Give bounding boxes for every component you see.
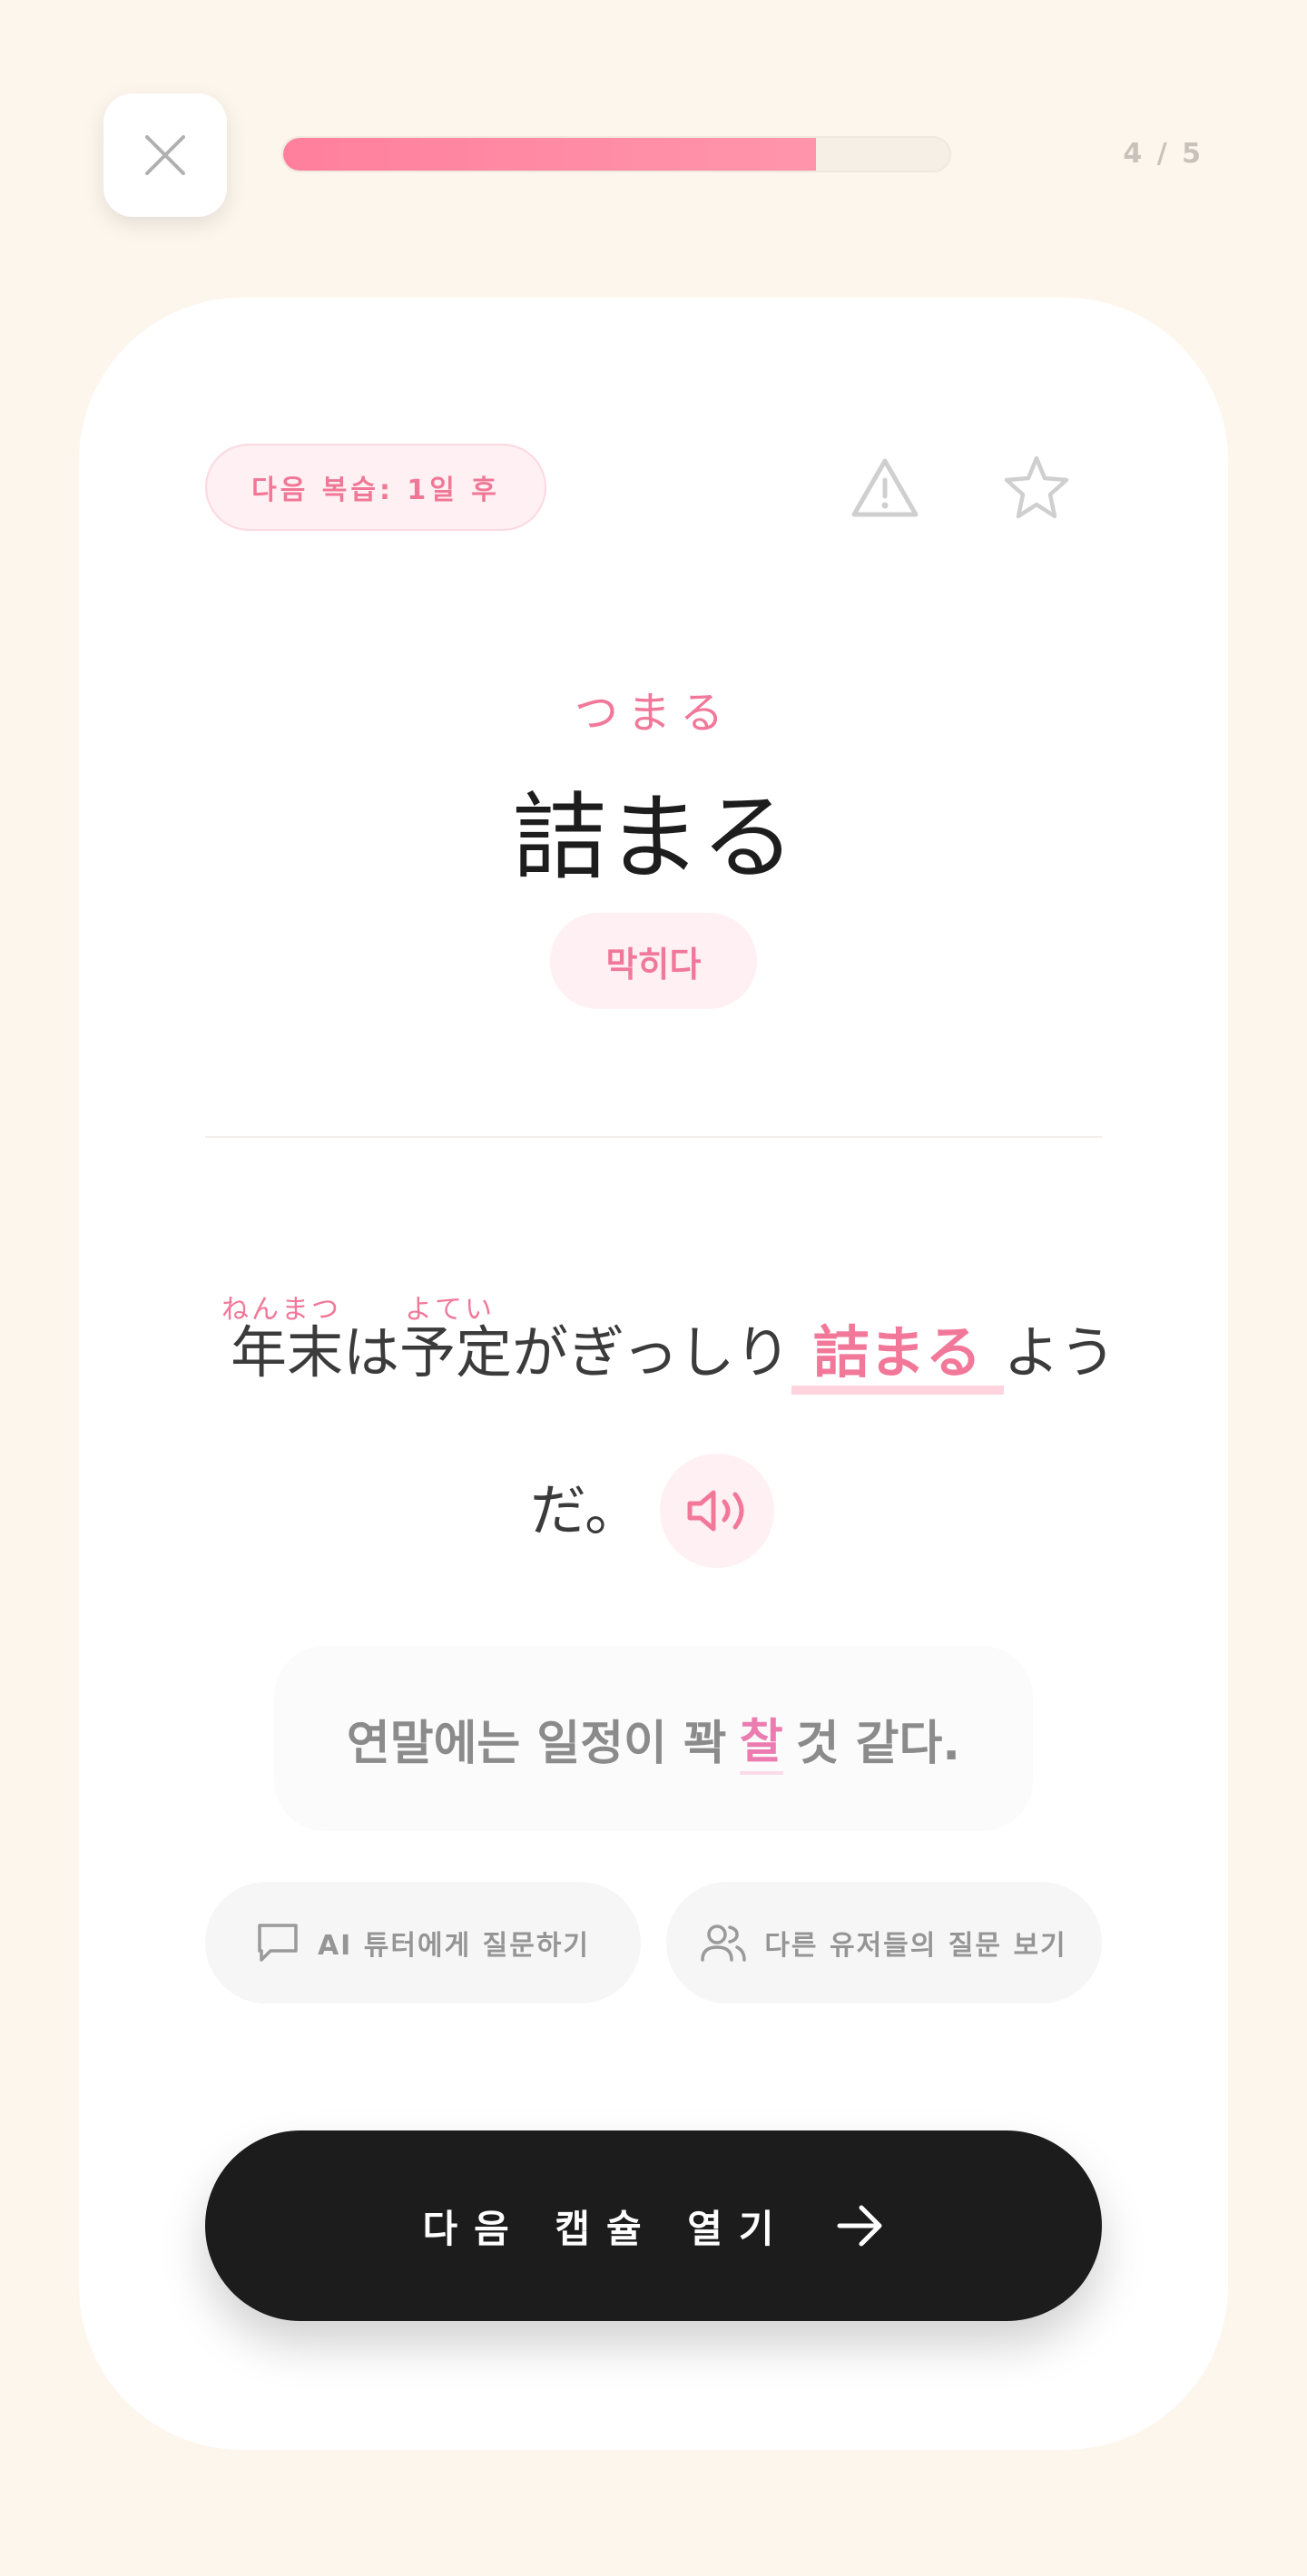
close-icon [145, 135, 185, 175]
chat-bubble-icon [258, 1924, 298, 1962]
view-others-questions-label: 다른 유저들의 질문 보기 [764, 1930, 1067, 1962]
play-audio-button[interactable] [660, 1454, 774, 1568]
word-reading: つまる [574, 688, 732, 739]
favorite-button[interactable] [1002, 453, 1071, 522]
translation-box: 연말에는 일정이 꽉찰것 같다. [274, 1646, 1033, 1831]
review-screen: 4 / 5 다음 복습: 1일 후 つまる 詰まる 막히다 ねんまつ よてい 年… [0, 0, 1307, 2576]
example-sentence-line2: だ。 [530, 1477, 642, 1543]
translation-after: 것 같다. [795, 1716, 961, 1771]
next-review-badge: 다음 복습: 1일 후 [205, 444, 546, 531]
report-button[interactable] [850, 456, 919, 520]
progress-bar [281, 136, 951, 172]
example-sentence: 年末は予定がぎっしり 詰まる よう [205, 1312, 1116, 1395]
translation-highlight: 찰 [739, 1703, 783, 1775]
next-capsule-label: 다음 캡슐 열기 [422, 2206, 791, 2251]
example-text-before: 年末は予定がぎっしり [231, 1319, 791, 1386]
star-icon [1004, 455, 1069, 519]
word-meaning: 막히다 [550, 913, 757, 1009]
progress-fill [283, 138, 817, 171]
arrow-right-icon [837, 2205, 882, 2247]
divider [205, 1136, 1102, 1138]
warning-icon [851, 458, 919, 517]
speaker-icon [687, 1490, 744, 1532]
ask-ai-tutor-button[interactable]: AI 튜터에게 질문하기 [205, 1882, 641, 2003]
word-kanji: 詰まる [511, 782, 795, 893]
progress-count: 4 / 5 [1123, 138, 1204, 170]
example-text-after: よう [1003, 1319, 1116, 1386]
view-others-questions-button[interactable]: 다른 유저들의 질문 보기 [666, 1882, 1102, 2003]
users-icon [701, 1925, 747, 1962]
close-button[interactable] [103, 93, 227, 217]
translation-before: 연말에는 일정이 꽉 [346, 1716, 727, 1771]
ask-ai-tutor-label: AI 튜터에게 질문하기 [317, 1930, 591, 1962]
next-capsule-button[interactable]: 다음 캡슐 열기 [205, 2130, 1102, 2321]
example-highlight: 詰まる [791, 1319, 1004, 1395]
